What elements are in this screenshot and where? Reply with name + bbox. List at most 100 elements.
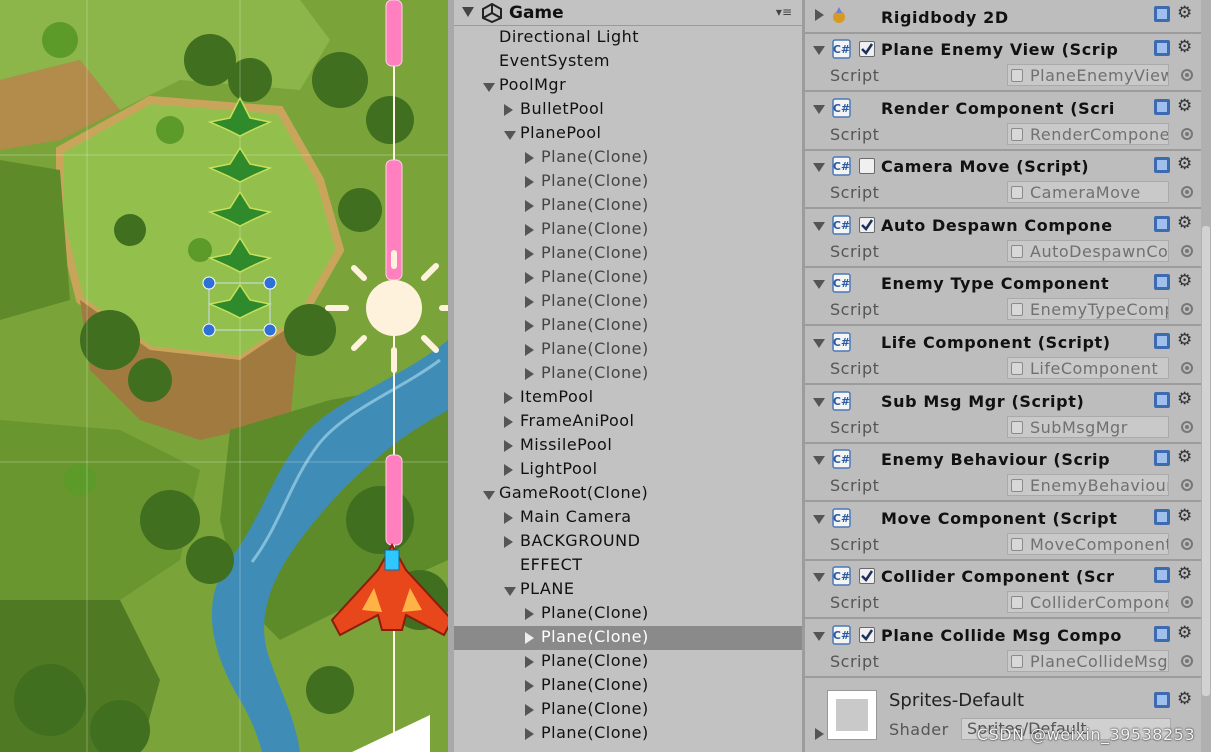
hierarchy-item[interactable]: Plane(Clone) xyxy=(454,242,802,266)
hierarchy-item[interactable]: Plane(Clone) xyxy=(454,146,802,170)
help-book-icon[interactable] xyxy=(1153,566,1171,584)
component-fold-arrow-icon[interactable] xyxy=(813,456,825,466)
hierarchy-item[interactable]: ItemPool xyxy=(454,386,802,410)
script-object-field[interactable]: MoveComponent xyxy=(1007,532,1169,555)
expand-closed-arrow-icon[interactable] xyxy=(525,272,534,284)
expand-closed-arrow-icon[interactable] xyxy=(504,536,513,548)
hierarchy-item[interactable]: Plane(Clone) xyxy=(454,194,802,218)
settings-gear-icon[interactable]: ⚙ xyxy=(1177,213,1192,233)
object-picker-icon[interactable] xyxy=(1181,479,1193,492)
component-enable-checkbox[interactable] xyxy=(859,158,875,175)
expand-closed-arrow-icon[interactable] xyxy=(525,224,534,236)
object-picker-icon[interactable] xyxy=(1181,362,1193,374)
component-enable-checkbox[interactable] xyxy=(859,627,875,643)
help-book-icon[interactable] xyxy=(1153,332,1171,350)
object-picker-icon[interactable] xyxy=(1181,596,1193,609)
hierarchy-menu-icon[interactable]: ▾≡ xyxy=(776,5,792,19)
object-picker-icon[interactable] xyxy=(1181,186,1193,199)
component-fold-arrow-icon[interactable] xyxy=(813,339,825,348)
inspector-scrollbar[interactable] xyxy=(1201,0,1211,752)
hierarchy-scene-header[interactable]: Game ▾≡ xyxy=(454,0,802,26)
help-book-icon[interactable] xyxy=(1153,39,1171,57)
material-settings-gear-icon[interactable]: ⚙ xyxy=(1177,689,1192,709)
script-object-field[interactable]: RenderComponent xyxy=(1007,122,1169,145)
component-fold-arrow-icon[interactable] xyxy=(813,514,825,524)
hierarchy-item[interactable]: Plane(Clone) xyxy=(454,674,802,698)
hierarchy-item[interactable]: EFFECT xyxy=(454,554,802,578)
script-object-field[interactable]: PlaneCollideMsg xyxy=(1007,650,1169,672)
help-book-icon[interactable] xyxy=(1153,273,1171,291)
component-enable-checkbox[interactable] xyxy=(859,216,875,233)
hierarchy-item[interactable]: Plane(Clone) xyxy=(454,290,802,314)
expand-closed-arrow-icon[interactable] xyxy=(525,656,534,668)
script-object-field[interactable]: ColliderComponent xyxy=(1007,591,1169,614)
component-fold-arrow-icon[interactable] xyxy=(813,221,825,231)
help-book-icon[interactable] xyxy=(1153,508,1171,526)
hierarchy-item[interactable]: Plane(Clone) xyxy=(454,170,802,194)
expand-closed-arrow-icon[interactable] xyxy=(525,248,534,260)
settings-gear-icon[interactable]: ⚙ xyxy=(1177,96,1192,116)
settings-gear-icon[interactable]: ⚙ xyxy=(1177,154,1192,174)
scene-fold-arrow-icon[interactable] xyxy=(462,7,474,17)
hierarchy-item[interactable]: Plane(Clone) xyxy=(454,626,802,650)
expand-closed-arrow-icon[interactable] xyxy=(504,464,513,476)
material-fold-arrow-icon[interactable] xyxy=(815,728,824,740)
hierarchy-item[interactable]: PoolMgr xyxy=(454,74,802,98)
script-object-field[interactable]: SubMsgMgr xyxy=(1007,415,1169,438)
game-view[interactable] xyxy=(0,0,448,752)
hierarchy-item[interactable]: Plane(Clone) xyxy=(454,698,802,722)
hierarchy-item[interactable]: Main Camera xyxy=(454,506,802,530)
object-picker-icon[interactable] xyxy=(1181,69,1193,81)
object-picker-icon[interactable] xyxy=(1181,420,1193,433)
expand-closed-arrow-icon[interactable] xyxy=(525,728,534,740)
settings-gear-icon[interactable]: ⚙ xyxy=(1177,330,1192,350)
script-object-field[interactable]: PlaneEnemyView xyxy=(1007,64,1169,86)
object-picker-icon[interactable] xyxy=(1181,244,1193,257)
expand-closed-arrow-icon[interactable] xyxy=(525,368,534,380)
expand-closed-arrow-icon[interactable] xyxy=(525,296,534,308)
component-fold-arrow-icon[interactable] xyxy=(813,397,825,407)
help-book-icon[interactable] xyxy=(1153,391,1171,409)
expand-closed-arrow-icon[interactable] xyxy=(525,176,534,188)
object-picker-icon[interactable] xyxy=(1181,303,1193,316)
expand-closed-arrow-icon[interactable] xyxy=(504,440,513,452)
component-fold-arrow-icon[interactable] xyxy=(813,46,825,55)
hierarchy-item[interactable]: PLANE xyxy=(454,578,802,602)
expand-closed-arrow-icon[interactable] xyxy=(525,320,534,332)
object-picker-icon[interactable] xyxy=(1181,127,1193,140)
component-enable-checkbox[interactable] xyxy=(859,41,875,57)
expand-open-arrow-icon[interactable] xyxy=(504,131,516,140)
expand-closed-arrow-icon[interactable] xyxy=(525,152,534,164)
hierarchy-item[interactable]: Plane(Clone) xyxy=(454,602,802,626)
hierarchy-item[interactable]: BulletPool xyxy=(454,98,802,122)
rigidbody-fold-arrow-icon[interactable] xyxy=(815,9,824,21)
hierarchy-item[interactable]: FrameAniPool xyxy=(454,410,802,434)
expand-open-arrow-icon[interactable] xyxy=(483,491,495,500)
material-help-book-icon[interactable] xyxy=(1153,691,1171,709)
component-fold-arrow-icon[interactable] xyxy=(813,280,825,290)
help-book-icon[interactable] xyxy=(1153,625,1171,643)
help-book-icon[interactable] xyxy=(1153,98,1171,116)
help-book-icon[interactable] xyxy=(1153,215,1171,233)
help-book-icon[interactable] xyxy=(1153,156,1171,174)
expand-open-arrow-icon[interactable] xyxy=(483,83,495,92)
hierarchy-item[interactable]: Plane(Clone) xyxy=(454,218,802,242)
settings-gear-icon[interactable]: ⚙ xyxy=(1177,3,1192,23)
object-picker-icon[interactable] xyxy=(1181,537,1193,550)
component-enable-checkbox[interactable] xyxy=(859,568,875,585)
settings-gear-icon[interactable]: ⚙ xyxy=(1177,271,1192,291)
help-book-icon[interactable] xyxy=(1153,449,1171,467)
script-object-field[interactable]: AutoDespawnComponent xyxy=(1007,239,1169,262)
hierarchy-item[interactable]: GameRoot(Clone) xyxy=(454,482,802,506)
hierarchy-item[interactable]: MissilePool xyxy=(454,434,802,458)
expand-closed-arrow-icon[interactable] xyxy=(525,608,534,620)
hierarchy-item[interactable]: Plane(Clone) xyxy=(454,362,802,386)
expand-closed-arrow-icon[interactable] xyxy=(525,344,534,356)
expand-closed-arrow-icon[interactable] xyxy=(504,392,513,404)
settings-gear-icon[interactable]: ⚙ xyxy=(1177,389,1192,409)
inspector-scrollbar-thumb[interactable] xyxy=(1202,226,1210,696)
settings-gear-icon[interactable]: ⚙ xyxy=(1177,623,1192,643)
component-fold-arrow-icon[interactable] xyxy=(813,104,825,114)
expand-closed-arrow-icon[interactable] xyxy=(504,104,513,116)
hierarchy-item[interactable]: Plane(Clone) xyxy=(454,266,802,290)
